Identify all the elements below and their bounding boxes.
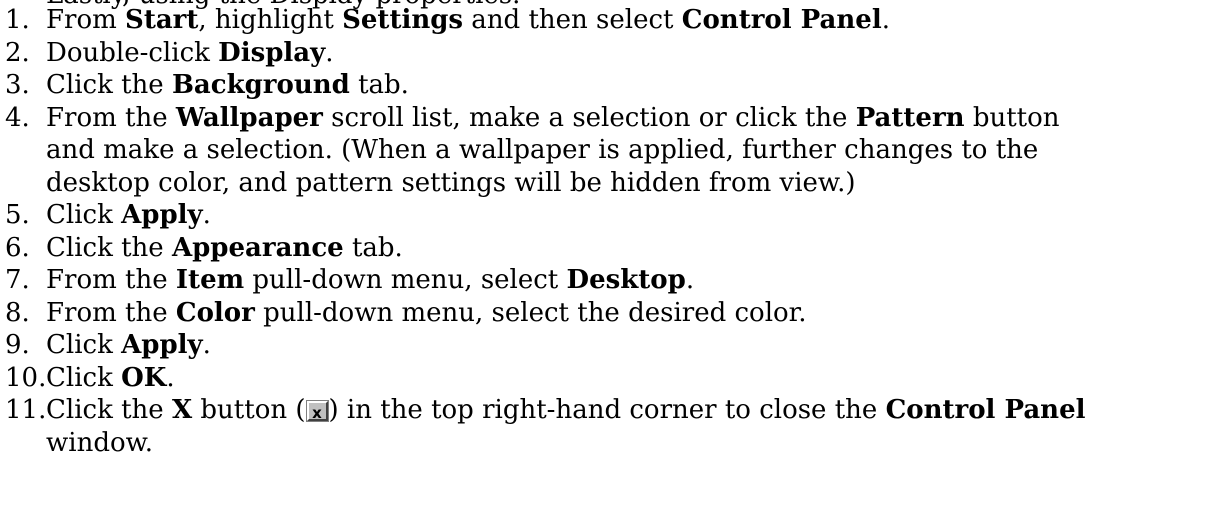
step-number: 8. [5, 297, 30, 328]
step-3: 3. Click the Background tab. [5, 70, 409, 100]
step-number: 1. [5, 5, 30, 35]
step-number: 2. [5, 37, 30, 68]
step-7: 7. From the Item pull-down menu, select … [5, 265, 695, 295]
step-5: 5. Click Apply. [5, 200, 211, 230]
step-8: 8. From the Color pull-down menu, select… [5, 297, 807, 328]
step-4: 4. From the Wallpaper scroll list, make … [5, 102, 1060, 198]
step-11: 11. Click the X button () in the top rig… [0, 394, 1200, 459]
step-10: 10. Click OK. [5, 362, 175, 393]
step-number: 7. [5, 265, 30, 295]
step-9: 9. Click Apply. [5, 330, 211, 360]
close-x-button-icon [305, 397, 329, 430]
step-number: 5. [5, 200, 30, 230]
step-1: 1. From Start, highlight Settings and th… [5, 5, 890, 35]
instruction-steps: 1. From Start, highlight Settings and th… [0, 4, 1200, 459]
step-number: 6. [5, 232, 30, 263]
step-number: 11. [5, 395, 47, 425]
step-6: 6. Click the Appearance tab. [5, 232, 403, 263]
step-2: 2. Double-click Display. [5, 37, 334, 68]
step-number: 10. [5, 362, 47, 393]
step-number: 9. [5, 330, 30, 360]
step-number: 4. [5, 102, 30, 133]
step-number: 3. [5, 70, 30, 100]
